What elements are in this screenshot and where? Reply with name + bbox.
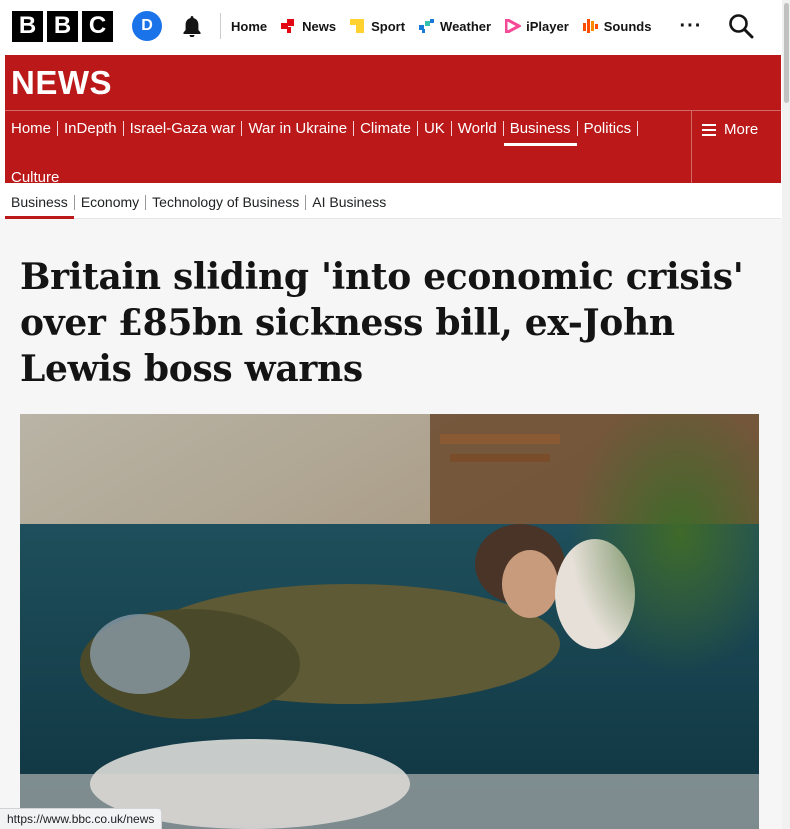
section-uk[interactable]: UK	[418, 112, 452, 147]
topnav-news[interactable]: News	[281, 19, 336, 34]
section-world-label: World	[457, 120, 497, 137]
section-war-in-ukraine-label: War in Ukraine	[248, 120, 348, 137]
section-more-label: More	[724, 121, 759, 138]
section-politics-label: Politics	[583, 120, 632, 137]
bbc-logo[interactable]: B B C	[12, 10, 113, 42]
subnav-economy[interactable]: Economy	[75, 186, 147, 219]
section-indepth-label: InDepth	[64, 120, 117, 137]
subnav-technology-of-business[interactable]: Technology of Business	[146, 186, 307, 219]
logo-letter-b1: B	[12, 10, 43, 42]
topnav-home-label: Home	[231, 18, 268, 34]
section-divider	[637, 121, 639, 136]
news-icon	[281, 19, 297, 33]
section-home-label: Home	[11, 120, 52, 137]
section-home[interactable]: Home	[11, 112, 59, 147]
subnav-economy-label: Economy	[80, 194, 140, 210]
weather-icon	[419, 19, 435, 33]
section-culture-label: Culture	[11, 169, 60, 186]
section-uk-label: UK	[423, 120, 445, 137]
news-banner-divider	[5, 110, 781, 111]
topnav-sounds[interactable]: Sounds	[582, 18, 652, 34]
logo-letter-c: C	[82, 10, 113, 42]
news-title[interactable]: NEWS	[11, 64, 112, 102]
subnav-technology-of-business-label: Technology of Business	[152, 194, 300, 210]
sport-icon	[350, 19, 366, 33]
section-nav: Home InDepth Israel-Gaza war War in Ukra…	[11, 112, 689, 196]
section-war-in-ukraine[interactable]: War in Ukraine	[242, 112, 355, 147]
iplayer-icon	[504, 16, 523, 36]
sounds-icon	[582, 19, 599, 33]
notifications-bell-icon[interactable]	[180, 14, 204, 38]
status-bar-url: https://www.bbc.co.uk/news	[0, 808, 163, 829]
topnav-iplayer[interactable]: iPlayer	[504, 16, 569, 36]
section-more-button[interactable]: More	[691, 111, 781, 183]
news-banner: NEWS Home InDepth Israel-Gaza war War in…	[5, 55, 781, 186]
topnav-sport-label: Sport	[371, 18, 406, 34]
account-avatar[interactable]: D	[132, 11, 162, 41]
hamburger-icon	[702, 124, 716, 136]
topnav-home[interactable]: Home	[231, 19, 267, 34]
section-business-label: Business	[503, 120, 577, 146]
section-climate-label: Climate	[360, 120, 411, 137]
business-subnav: Business Economy Technology of Business …	[5, 186, 781, 219]
topnav-iplayer-label: iPlayer	[526, 18, 569, 34]
topnav-weather-label: Weather	[440, 18, 492, 34]
section-climate[interactable]: Climate	[354, 112, 418, 147]
page-scrollbar[interactable]	[782, 0, 790, 829]
subnav-ai-business-label: AI Business	[312, 194, 387, 210]
subnav-business[interactable]: Business	[5, 186, 75, 219]
logo-letter-b2: B	[47, 10, 78, 42]
topnav-sounds-label: Sounds	[603, 18, 652, 34]
subnav-ai-business[interactable]: AI Business	[306, 186, 392, 219]
masthead: B B C D Home News Sport Weather iPlayer …	[0, 0, 782, 52]
top-nav: Home News Sport Weather iPlayer Sounds	[231, 16, 665, 36]
topnav-sport[interactable]: Sport	[350, 19, 405, 34]
article-headline: Britain sliding 'into economic crisis' o…	[20, 256, 744, 390]
section-israel-gaza-war[interactable]: Israel-Gaza war	[124, 112, 243, 147]
section-indepth[interactable]: InDepth	[58, 112, 124, 147]
masthead-divider	[220, 13, 221, 39]
more-menu-icon[interactable]: ···	[679, 15, 702, 38]
topnav-news-label: News	[302, 18, 337, 34]
section-world[interactable]: World	[452, 112, 504, 147]
subnav-business-label: Business	[5, 186, 74, 219]
section-business[interactable]: Business	[503, 112, 578, 147]
scrollbar-thumb[interactable]	[784, 3, 789, 103]
search-icon[interactable]	[728, 13, 754, 39]
section-israel-gaza-war-label: Israel-Gaza war	[129, 120, 236, 137]
article-hero-image	[20, 414, 759, 829]
section-politics[interactable]: Politics	[578, 112, 639, 147]
topnav-weather[interactable]: Weather	[419, 19, 491, 34]
